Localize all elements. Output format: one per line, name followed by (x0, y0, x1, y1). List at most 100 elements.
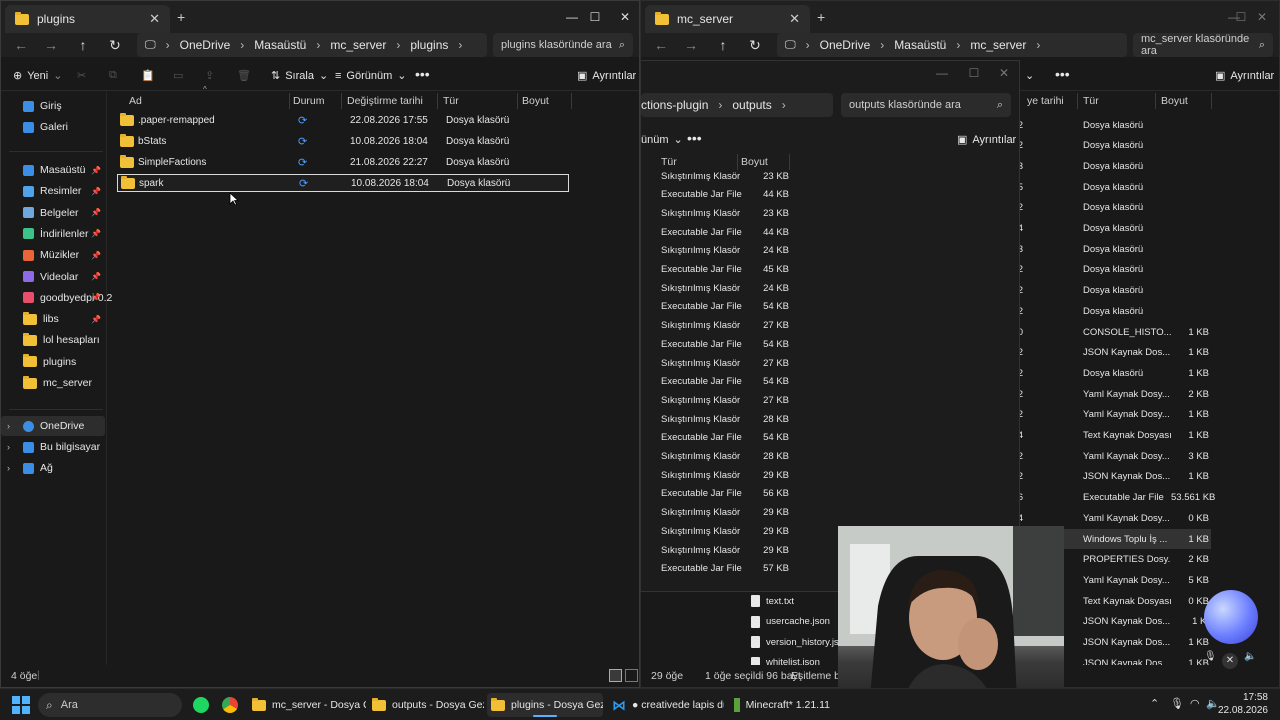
tab-plugins[interactable]: plugins ✕ (5, 5, 170, 33)
breadcrumb[interactable]: 🖵 › OneDrive › Masaüstü › mc_server › (777, 33, 1127, 57)
column-header-type[interactable]: Tür (1083, 93, 1099, 109)
assistant-orb[interactable] (1204, 590, 1258, 644)
sidebar-item[interactable]: goodbyedpi-0.2 📌 (5, 288, 112, 308)
details-pane-button[interactable]: ▣ Ayrıntılar (957, 133, 1016, 147)
table-row[interactable]: Sıkıştırılmış Klasör 27 KB (641, 354, 801, 372)
table-row[interactable]: Executable Jar File 56 KB (641, 485, 801, 503)
chevron-up-icon[interactable]: ⌃ (1150, 697, 1159, 710)
start-button[interactable] (12, 696, 30, 714)
taskbar-item-vscode[interactable]: ⋈ ● creativede lapis dünya (608, 693, 724, 717)
table-row[interactable]: .paper-remapped ⟳ 22.08.2026 17:55 Dosya kl… (117, 111, 569, 129)
more-options-icon[interactable]: ••• (415, 66, 430, 82)
breadcrumb[interactable]: 🖵 › OneDrive › Masaüstü › mc_server › plugin… (137, 33, 487, 57)
taskbar-item-mc-server[interactable]: mc_server - Dosya Gezg (248, 693, 366, 717)
table-row[interactable]: Sıkıştırılmış Klasör 28 KB (641, 448, 801, 466)
table-row[interactable]: bStats ⟳ 10.08.2026 18:04 Dosya klasörü (117, 132, 569, 150)
column-header-date[interactable]: ye tarihi (1027, 93, 1064, 109)
sidebar-item[interactable]: plugins (5, 352, 105, 372)
sidebar-item[interactable]: mc_server (5, 373, 105, 393)
breadcrumb-item[interactable]: mc_server (330, 38, 386, 52)
view-button[interactable]: ünüm ⌄ (641, 133, 683, 147)
cut-icon[interactable]: ✂ (77, 69, 86, 82)
column-header-type[interactable]: Tür (443, 93, 459, 109)
more-options-icon[interactable]: ••• (1055, 66, 1070, 82)
pin-icon[interactable]: 📌 (91, 293, 101, 302)
breadcrumb-item[interactable]: outputs (732, 98, 771, 112)
back-icon[interactable]: ← (651, 37, 671, 53)
breadcrumb-item[interactable]: Masaüstü (894, 38, 946, 52)
table-row[interactable]: Sıkıştırılmış Klasör 23 KB (641, 167, 801, 185)
details-pane-button[interactable]: ▣ Ayrıntılar (577, 69, 636, 83)
list-item[interactable]: version_history.json (751, 632, 851, 652)
table-row[interactable]: Sıkıştırılmış Klasör 28 KB (641, 410, 801, 428)
list-item[interactable]: usercache.json (751, 612, 851, 632)
table-row[interactable]: Executable Jar File 45 KB (641, 261, 801, 279)
chevron-right-icon[interactable]: › (7, 421, 10, 431)
table-row[interactable]: Sıkıştırılmış Klasör 24 KB (641, 242, 801, 260)
table-row[interactable]: spark ⟳ 10.08.2026 18:04 Dosya klasörü (117, 174, 569, 192)
sidebar-item[interactable]: Videolar 📌 (5, 267, 105, 287)
new-button[interactable]: ⊕ Yeni ⌄ (13, 69, 62, 83)
sidebar-item[interactable]: İndirilenler 📌 (5, 224, 105, 244)
forward-icon[interactable]: → (681, 37, 701, 53)
clock-date[interactable]: 22.08.2026 (1212, 705, 1268, 716)
table-row[interactable]: Executable Jar File 44 KB (641, 186, 801, 204)
breadcrumb-item[interactable]: OneDrive (180, 38, 231, 52)
pin-icon[interactable]: 📌 (91, 315, 101, 324)
sidebar-item[interactable]: › Ağ (1, 458, 105, 478)
table-row[interactable]: Executable Jar File 54 KB (641, 298, 801, 316)
column-header-size[interactable]: Boyut (1161, 93, 1188, 109)
search-input[interactable]: plugins klasöründe ara ⌕ (493, 33, 633, 57)
delete-icon[interactable]: 🗑 (237, 69, 251, 82)
sort-button[interactable]: ⇅ Sırala ⌄ (271, 69, 328, 83)
microphone-icon[interactable]: 🎙 (1170, 697, 1184, 710)
chrome-icon[interactable] (222, 697, 238, 713)
close-window-button[interactable]: ✕ (1247, 1, 1277, 33)
breadcrumb-item[interactable]: OneDrive (820, 38, 871, 52)
pin-icon[interactable]: 📌 (91, 272, 101, 281)
wifi-icon[interactable]: ◠ (1190, 697, 1200, 710)
rename-icon[interactable]: ▭ (173, 69, 183, 82)
search-input[interactable]: mc_server klasöründe ara ⌕ (1133, 33, 1273, 57)
breadcrumb-item[interactable]: Masaüstü (254, 38, 306, 52)
breadcrumb-item[interactable]: ctions-plugin (641, 98, 708, 112)
table-row[interactable]: Sıkıştırılmış Klasör 29 KB (641, 541, 801, 559)
close-window-button[interactable]: ✕ (609, 1, 639, 33)
list-item[interactable]: text.txt (751, 591, 851, 611)
tiles-view-icon[interactable] (625, 669, 638, 682)
table-row[interactable]: Executable Jar File 54 KB (641, 429, 801, 447)
new-tab-button[interactable]: + (817, 9, 825, 25)
microphone-icon[interactable]: 🎙 (1204, 651, 1217, 662)
taskbar-item-plugins[interactable]: plugins - Dosya Gezgini (487, 693, 603, 717)
up-icon[interactable]: ↑ (713, 37, 733, 53)
details-view-icon[interactable] (609, 669, 622, 682)
maximize-button[interactable]: ☐ (581, 1, 609, 33)
table-row[interactable]: Sıkıştırılmış Klasör 29 KB (641, 522, 801, 540)
forward-icon[interactable]: → (41, 37, 61, 53)
column-header-size[interactable]: Boyut (522, 93, 549, 109)
search-input[interactable]: outputs klasöründe ara ⌕ (841, 93, 1011, 117)
table-row[interactable]: Executable Jar File 57 KB (641, 560, 801, 578)
sidebar-item[interactable]: libs 📌 (5, 309, 105, 329)
breadcrumb[interactable]: ctions-plugin › outputs › (641, 93, 833, 117)
sidebar-item[interactable]: lol hesapları (5, 330, 105, 350)
table-row[interactable]: Sıkıştırılmış Klasör 29 KB (641, 504, 801, 522)
view-button[interactable]: ≡ Görünüm ⌄ (335, 69, 407, 83)
up-icon[interactable]: ↑ (73, 37, 93, 53)
chevron-down-icon[interactable]: ⌄ (1025, 69, 1034, 82)
clock-time[interactable]: 17:58 (1224, 692, 1268, 703)
sidebar-item[interactable]: Müzikler 📌 (5, 245, 105, 265)
table-row[interactable]: SimpleFactions ⟳ 21.08.2026 22:27 Dosya kla… (117, 153, 569, 171)
minimize-button[interactable]: — (927, 61, 957, 85)
spotify-icon[interactable] (193, 697, 209, 713)
refresh-icon[interactable]: ↻ (105, 37, 125, 53)
chevron-right-icon[interactable]: › (7, 463, 10, 473)
table-row[interactable]: Executable Jar File 54 KB (641, 335, 801, 353)
back-icon[interactable]: ← (11, 37, 31, 53)
table-row[interactable]: Sıkıştırılmış Klasör 27 KB (641, 317, 801, 335)
more-options-icon[interactable]: ••• (687, 130, 702, 146)
breadcrumb-item[interactable]: plugins (410, 38, 448, 52)
column-header-date[interactable]: Değiştirme tarihi (347, 93, 423, 109)
share-icon[interactable]: ⇪ (205, 69, 214, 82)
table-row[interactable]: Sıkıştırılmış Klasör 29 KB (641, 466, 801, 484)
